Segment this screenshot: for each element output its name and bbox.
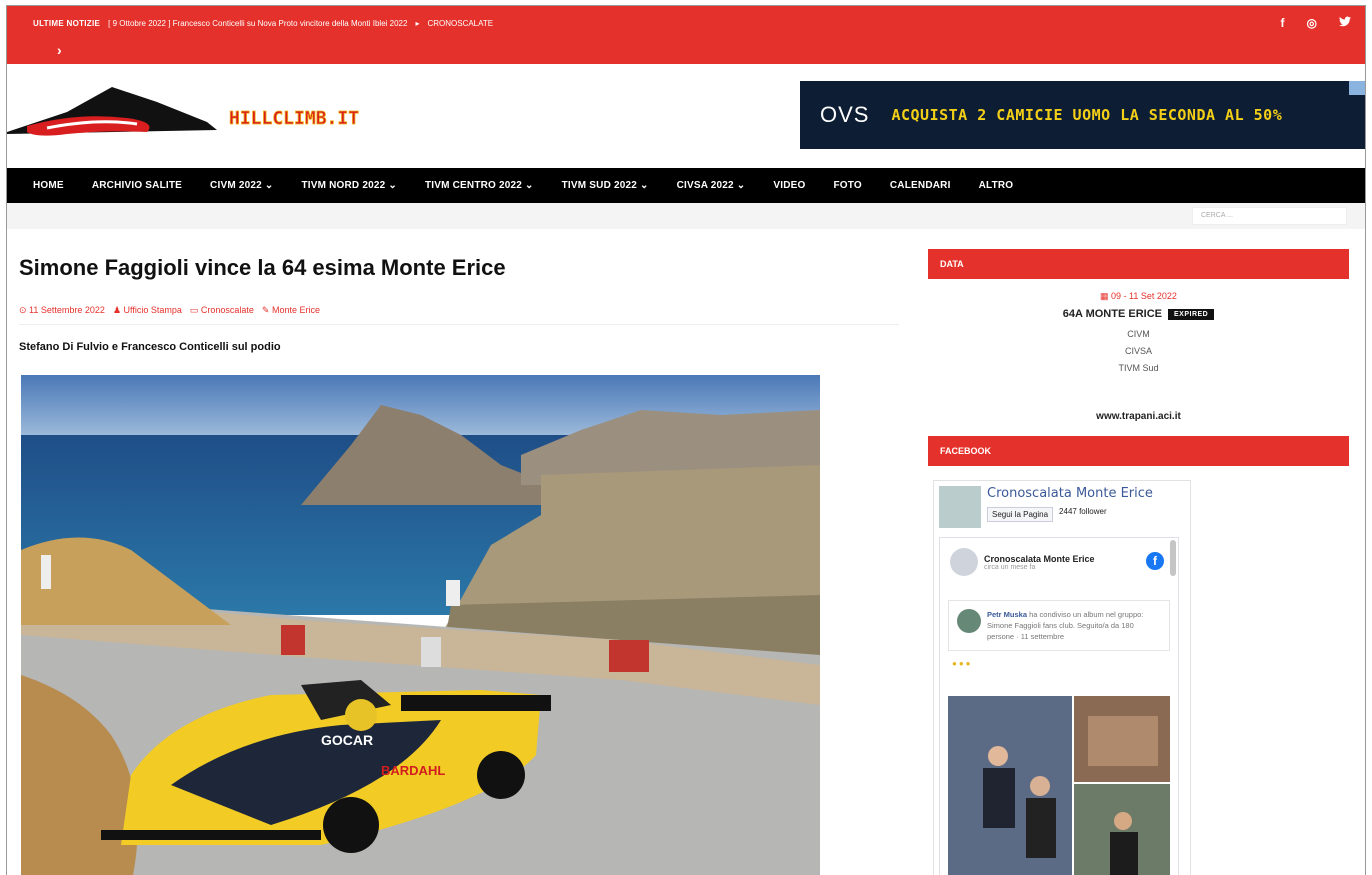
fb-page-name[interactable]: Cronoscalata Monte Erice — [987, 486, 1153, 501]
ticker-category[interactable]: CRONOSCALATE — [427, 19, 493, 28]
event-website-link[interactable]: www.trapani.aci.it — [928, 411, 1349, 422]
fb-follow-button[interactable]: Segui la Pagina — [987, 507, 1054, 522]
fb-photo-collage[interactable] — [948, 696, 1170, 875]
ad-brand: OVS — [820, 102, 870, 127]
event-category: CIVM — [1127, 329, 1150, 339]
fb-page-header: Cronoscalata Monte Erice Segui la Pagina… — [934, 481, 1190, 533]
site-header: HILLCLIMB.IT OVS ACQUISTA 2 CAMICIE UOMO… — [7, 64, 1365, 168]
fb-user-avatar[interactable] — [957, 609, 981, 633]
event-name[interactable]: 64A MONTE ERICE — [1063, 308, 1162, 320]
fb-share-user[interactable]: Petr Muska — [987, 610, 1027, 619]
fb-emoji: ●●● — [952, 659, 973, 668]
advertisement-banner[interactable]: OVS ACQUISTA 2 CAMICIE UOMO LA SECONDA A… — [800, 81, 1365, 149]
event-info: ▦ 09 - 11 Set 2022 64A MONTE ERICE EXPIR… — [928, 291, 1349, 422]
site-logo[interactable]: HILLCLIMB.IT — [7, 82, 427, 152]
sub-nav-bar: CERCA ... — [7, 203, 1365, 229]
event-category: CIVSA — [1124, 346, 1152, 356]
article-date[interactable]: ⊙ 11 Settembre 2022 — [19, 305, 105, 316]
nav-civsa-2022[interactable]: CIVSA 2022 ⌄ — [663, 180, 760, 191]
fb-post-page-name[interactable]: Cronoscalata Monte Erice — [984, 554, 1095, 564]
article-title: Simone Faggioli vince la 64 esima Monte … — [19, 255, 506, 280]
main-nav: HOME ARCHIVIO SALITE CIVM 2022 ⌄ TIVM NO… — [7, 168, 1365, 203]
nav-tivm-nord-2022[interactable]: TIVM NORD 2022 ⌄ — [287, 180, 411, 191]
ticker-label: ULTIME NOTIZIE — [33, 19, 101, 28]
ticker-headline[interactable]: [ 9 Ottobre 2022 ] Francesco Conticelli … — [108, 19, 407, 28]
nav-foto[interactable]: FOTO — [819, 180, 875, 191]
browser-page: ULTIME NOTIZIE [ 9 Ottobre 2022 ] France… — [6, 5, 1366, 875]
sidebar: DATA ▦ 09 - 11 Set 2022 64A MONTE ERICE … — [928, 249, 1349, 875]
nav-tivm-centro-2022[interactable]: TIVM CENTRO 2022 ⌄ — [411, 180, 548, 191]
news-ticker: ULTIME NOTIZIE [ 9 Ottobre 2022 ] France… — [33, 19, 493, 28]
fb-follower-count: 2447 follower — [1059, 507, 1107, 516]
fb-feed: Cronoscalata Monte Erice circa un mese f… — [939, 537, 1179, 875]
svg-text:BARDAHL: BARDAHL — [381, 763, 445, 778]
expired-badge: EXPIRED — [1168, 308, 1215, 320]
search-input[interactable]: CERCA ... — [1192, 207, 1347, 225]
article-photo[interactable]: BARDAHL GOCAR — [21, 375, 820, 875]
instagram-icon[interactable]: ◎ — [1307, 16, 1317, 30]
fb-follow-row: Segui la Pagina 2447 follower — [987, 507, 1153, 522]
article-author[interactable]: ♟ Ufficio Stampa — [113, 305, 182, 316]
event-category: TIVM Sud — [1118, 363, 1159, 373]
nav-archivio-salite[interactable]: ARCHIVIO SALITE — [78, 180, 196, 191]
article-category[interactable]: ▭ Cronoscalate — [190, 305, 254, 316]
ticker-next-button[interactable]: › — [57, 42, 62, 58]
facebook-logo-icon[interactable]: f — [1146, 552, 1164, 570]
nav-home[interactable]: HOME — [19, 180, 78, 191]
ad-text: ACQUISTA 2 CAMICIE UOMO LA SECONDA AL 50… — [891, 106, 1283, 124]
article-tag[interactable]: ✎ Monte Erice — [262, 305, 320, 316]
nav-calendari[interactable]: CALENDARI — [876, 180, 965, 191]
event-name-row: 64A MONTE ERICE EXPIRED — [928, 308, 1349, 320]
data-widget-title: DATA — [928, 249, 1349, 279]
fb-post-time: circa un mese fa — [984, 563, 1036, 571]
twitter-icon[interactable] — [1339, 16, 1351, 30]
fb-post-avatar[interactable] — [950, 548, 978, 576]
top-news-bar: ULTIME NOTIZIE [ 9 Ottobre 2022 ] France… — [7, 6, 1365, 64]
facebook-icon[interactable]: f — [1281, 16, 1285, 30]
svg-text:HILLCLIMB.IT: HILLCLIMB.IT — [229, 108, 359, 129]
facebook-widget: Cronoscalata Monte Erice Segui la Pagina… — [933, 480, 1191, 875]
fb-shared-post: Petr Muska ha condiviso un album nel gru… — [948, 600, 1170, 651]
ad-info-icon[interactable] — [1349, 81, 1365, 95]
nav-tivm-sud-2022[interactable]: TIVM SUD 2022 ⌄ — [548, 180, 663, 191]
event-date: ▦ 09 - 11 Set 2022 — [1100, 291, 1177, 301]
nav-video[interactable]: VIDEO — [759, 180, 819, 191]
facebook-widget-title: FACEBOOK — [928, 436, 1349, 466]
article-subtitle: Stefano Di Fulvio e Francesco Conticelli… — [19, 341, 281, 353]
article-meta: ⊙ 11 Settembre 2022 ♟ Ufficio Stampa ▭ C… — [19, 305, 899, 325]
event-categories: CIVM CIVSA TIVM Sud — [928, 326, 1349, 377]
fb-post-header: Cronoscalata Monte Erice circa un mese f… — [940, 538, 1178, 586]
ticker-separator-icon: ▸ — [415, 19, 420, 28]
social-links: f ◎ — [1281, 16, 1351, 30]
fb-page-thumbnail[interactable] — [939, 486, 981, 528]
svg-text:GOCAR: GOCAR — [321, 732, 373, 748]
nav-altro[interactable]: ALTRO — [965, 180, 1028, 191]
fb-share-text: Petr Muska ha condiviso un album nel gru… — [987, 609, 1161, 642]
article: Simone Faggioli vince la 64 esima Monte … — [19, 229, 899, 875]
nav-civm-2022[interactable]: CIVM 2022 ⌄ — [196, 180, 287, 191]
fb-feed-scrollbar[interactable] — [1170, 540, 1176, 576]
